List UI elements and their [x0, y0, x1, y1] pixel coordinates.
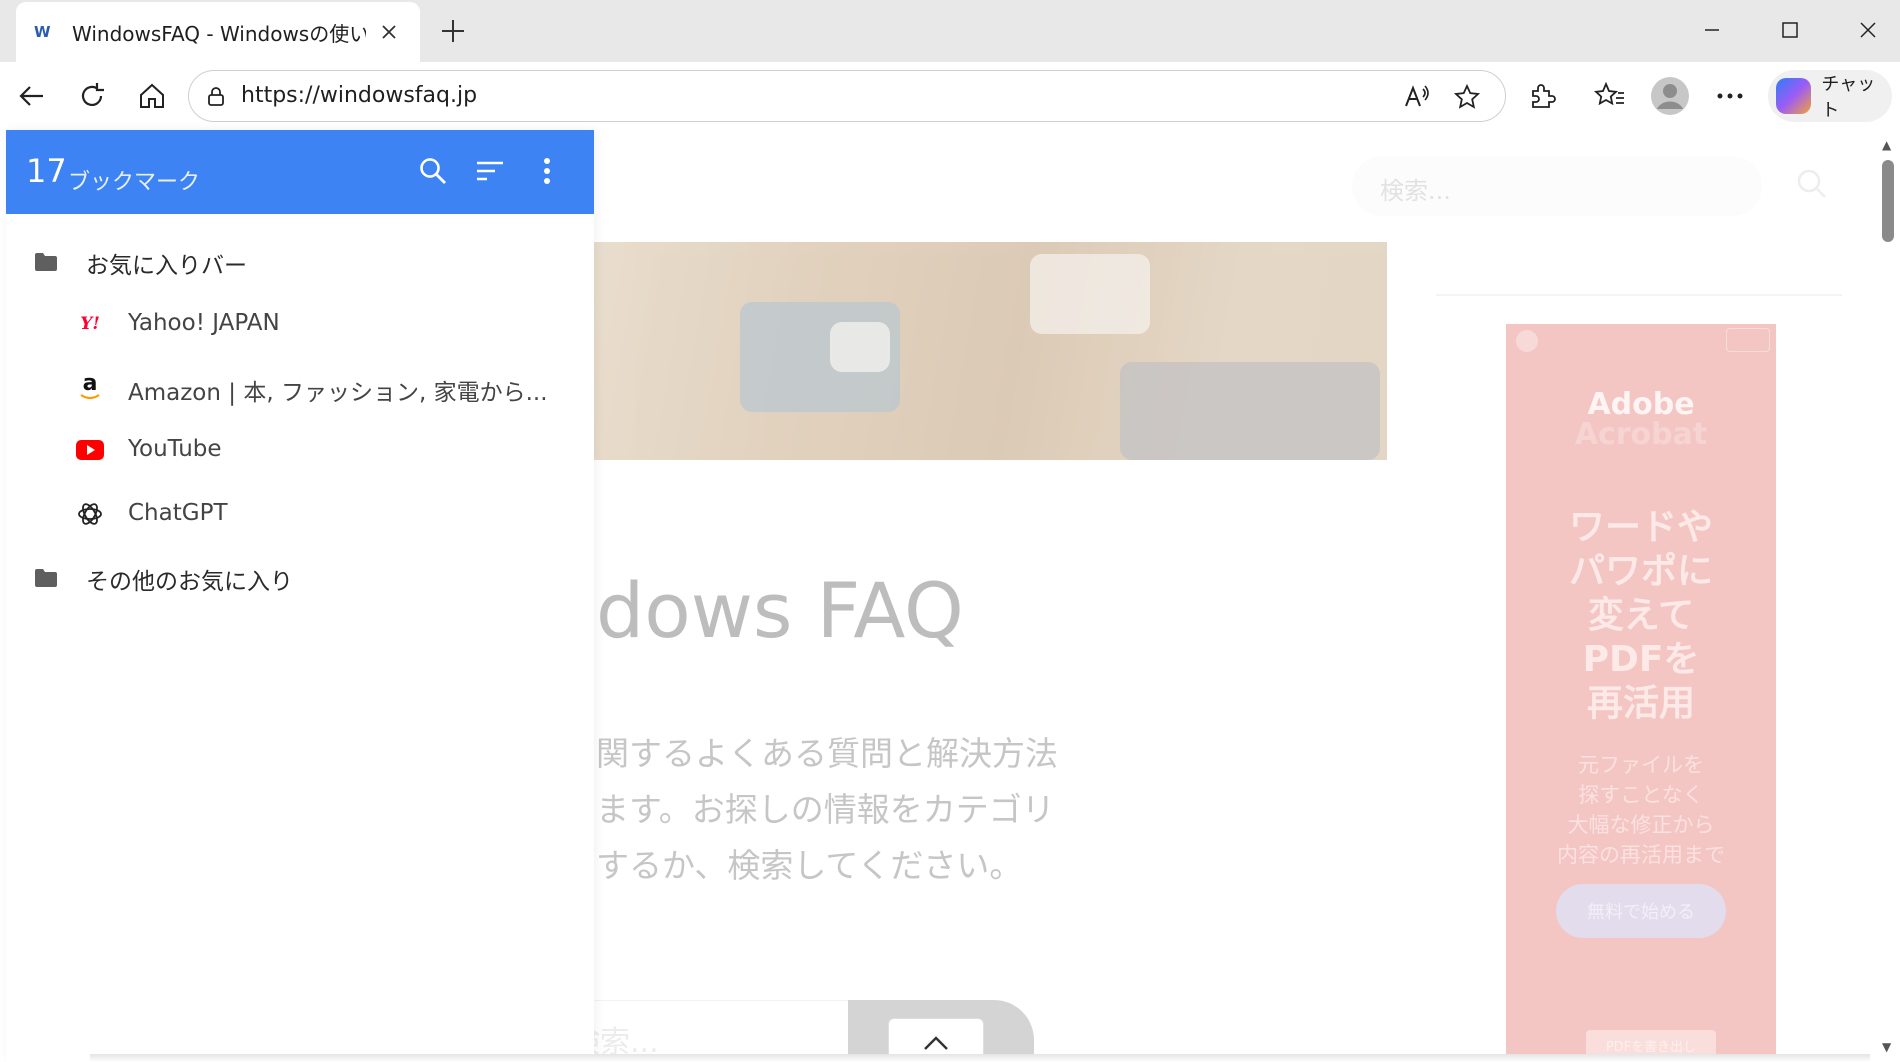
- windowsfaq-favicon-icon: W: [34, 23, 51, 41]
- back-icon[interactable]: [10, 74, 54, 118]
- ad-cta-button[interactable]: 無料で始める: [1556, 884, 1726, 938]
- site-description: 関するよくある質問と解決方法 ます。お探しの情報をカテゴリ するか、検索してくだ…: [596, 726, 1058, 894]
- scroll-down-arrow-icon[interactable]: ▼: [1882, 1040, 1891, 1054]
- ad-info-icon[interactable]: [1726, 328, 1770, 352]
- hero-image: [560, 242, 1387, 460]
- tab-close-icon[interactable]: [374, 17, 404, 47]
- bookmark-label: ChatGPT: [128, 500, 228, 526]
- bookmark-item-youtube[interactable]: YouTube: [6, 420, 594, 478]
- page-search-icon[interactable]: [1796, 168, 1828, 204]
- maximize-icon[interactable]: [1768, 10, 1812, 50]
- advertisement[interactable]: Adobe Acrobat ワードや パワポに 変えて PDFを 再活用 元ファ…: [1506, 324, 1776, 1062]
- bookmarks-count: 17: [26, 152, 67, 190]
- close-window-icon[interactable]: [1846, 10, 1890, 50]
- tab-title: WindowsFAQ - Windowsの使い方・: [72, 21, 366, 46]
- ad-brand-line1: Adobe: [1587, 387, 1695, 422]
- lock-icon[interactable]: [203, 83, 229, 109]
- folder-icon: [34, 252, 58, 276]
- bookmark-item-yahoo[interactable]: Y! Yahoo! JAPAN: [6, 294, 594, 352]
- bookmark-label: YouTube: [128, 436, 222, 462]
- more-options-icon[interactable]: [524, 148, 570, 194]
- folder-label: お気に入りバー: [86, 253, 247, 279]
- sidebar-divider: [1436, 294, 1842, 296]
- refresh-icon[interactable]: [70, 74, 114, 118]
- bottom-search-input[interactable]: 検索...: [560, 1000, 850, 1062]
- address-bar[interactable]: https://windowsfaq.jp: [188, 70, 1506, 122]
- ad-body-text: 元ファイルを 探すことなく 大幅な修正から 内容の再活用まで: [1557, 753, 1725, 867]
- scroll-up-arrow-icon[interactable]: ▲: [1882, 138, 1891, 152]
- favorites-icon[interactable]: [1588, 74, 1632, 118]
- folder-icon: [34, 568, 58, 592]
- bookmark-item-amazon[interactable]: a Amazon | 本, ファッション, 家電から...: [6, 357, 594, 415]
- more-menu-icon[interactable]: [1708, 74, 1752, 118]
- bookmark-label: Yahoo! JAPAN: [128, 310, 280, 336]
- copilot-chat-button[interactable]: チャット: [1768, 70, 1892, 122]
- new-tab-icon[interactable]: [436, 14, 470, 48]
- search-icon[interactable]: [410, 148, 456, 194]
- bookmarks-header: 17 ブックマーク: [6, 130, 594, 214]
- hero-person-shape: [1120, 362, 1380, 460]
- ad-headline: ワードや パワポに 変えて PDFを 再活用: [1568, 507, 1713, 724]
- address-url[interactable]: https://windowsfaq.jp: [241, 83, 477, 108]
- ad-shield-icon: [1516, 330, 1538, 352]
- minimize-icon[interactable]: [1690, 10, 1734, 50]
- tab-strip: W WindowsFAQ - Windowsの使い方・: [0, 0, 1900, 62]
- profile-avatar[interactable]: [1648, 74, 1692, 118]
- hero-tablet-shape: [1030, 254, 1150, 334]
- amazon-icon: a: [76, 373, 104, 401]
- site-title: dows FAQ: [596, 566, 964, 655]
- bookmark-folder-other-favorites[interactable]: その他のお気に入り: [6, 548, 594, 606]
- amazon-icon-letter: a: [82, 371, 98, 396]
- amazon-smile-icon: [80, 394, 100, 399]
- home-icon[interactable]: [130, 74, 174, 118]
- site-description-line: ます。お探しの情報をカテゴリ: [596, 790, 1055, 829]
- sort-icon[interactable]: [467, 148, 513, 194]
- folder-label: その他のお気に入り: [86, 569, 293, 595]
- tab-windowsfaq[interactable]: W WindowsFAQ - Windowsの使い方・: [16, 2, 420, 62]
- site-description-line: するか、検索してください。: [596, 846, 1023, 885]
- vertical-scrollbar[interactable]: ▲ ▼: [1876, 130, 1900, 1062]
- copilot-label: チャット: [1821, 74, 1876, 121]
- bottom-shadow: [90, 1054, 1870, 1062]
- bookmarks-panel: 17 ブックマーク お気に入りバー Y! Yahoo! JAPAN a Amaz…: [6, 130, 594, 1062]
- youtube-icon: [76, 436, 104, 464]
- extensions-icon[interactable]: [1520, 74, 1564, 118]
- ad-brand-line2: Acrobat: [1574, 417, 1708, 452]
- hero-phone-shape: [830, 322, 890, 372]
- read-aloud-icon[interactable]: [1397, 77, 1437, 117]
- bookmarks-title: ブックマーク: [68, 170, 201, 195]
- bookmark-folder-favorites-bar[interactable]: お気に入りバー: [6, 232, 594, 290]
- browser-toolbar: https://windowsfaq.jp チャット: [0, 62, 1900, 130]
- scrollbar-thumb[interactable]: [1882, 160, 1894, 242]
- chevron-up-icon: [924, 1036, 948, 1050]
- copilot-icon: [1776, 78, 1812, 114]
- bookmark-item-chatgpt[interactable]: ChatGPT: [6, 484, 594, 542]
- bookmark-label: Amazon | 本, ファッション, 家電から...: [128, 380, 548, 406]
- page-search-input[interactable]: 検索...: [1352, 156, 1762, 216]
- yahoo-icon: Y!: [80, 314, 100, 334]
- favorite-star-icon[interactable]: [1447, 77, 1487, 117]
- site-description-line: 関するよくある質問と解決方法: [596, 734, 1058, 773]
- page-search-placeholder: 検索...: [1380, 177, 1451, 205]
- chatgpt-icon: [76, 500, 104, 528]
